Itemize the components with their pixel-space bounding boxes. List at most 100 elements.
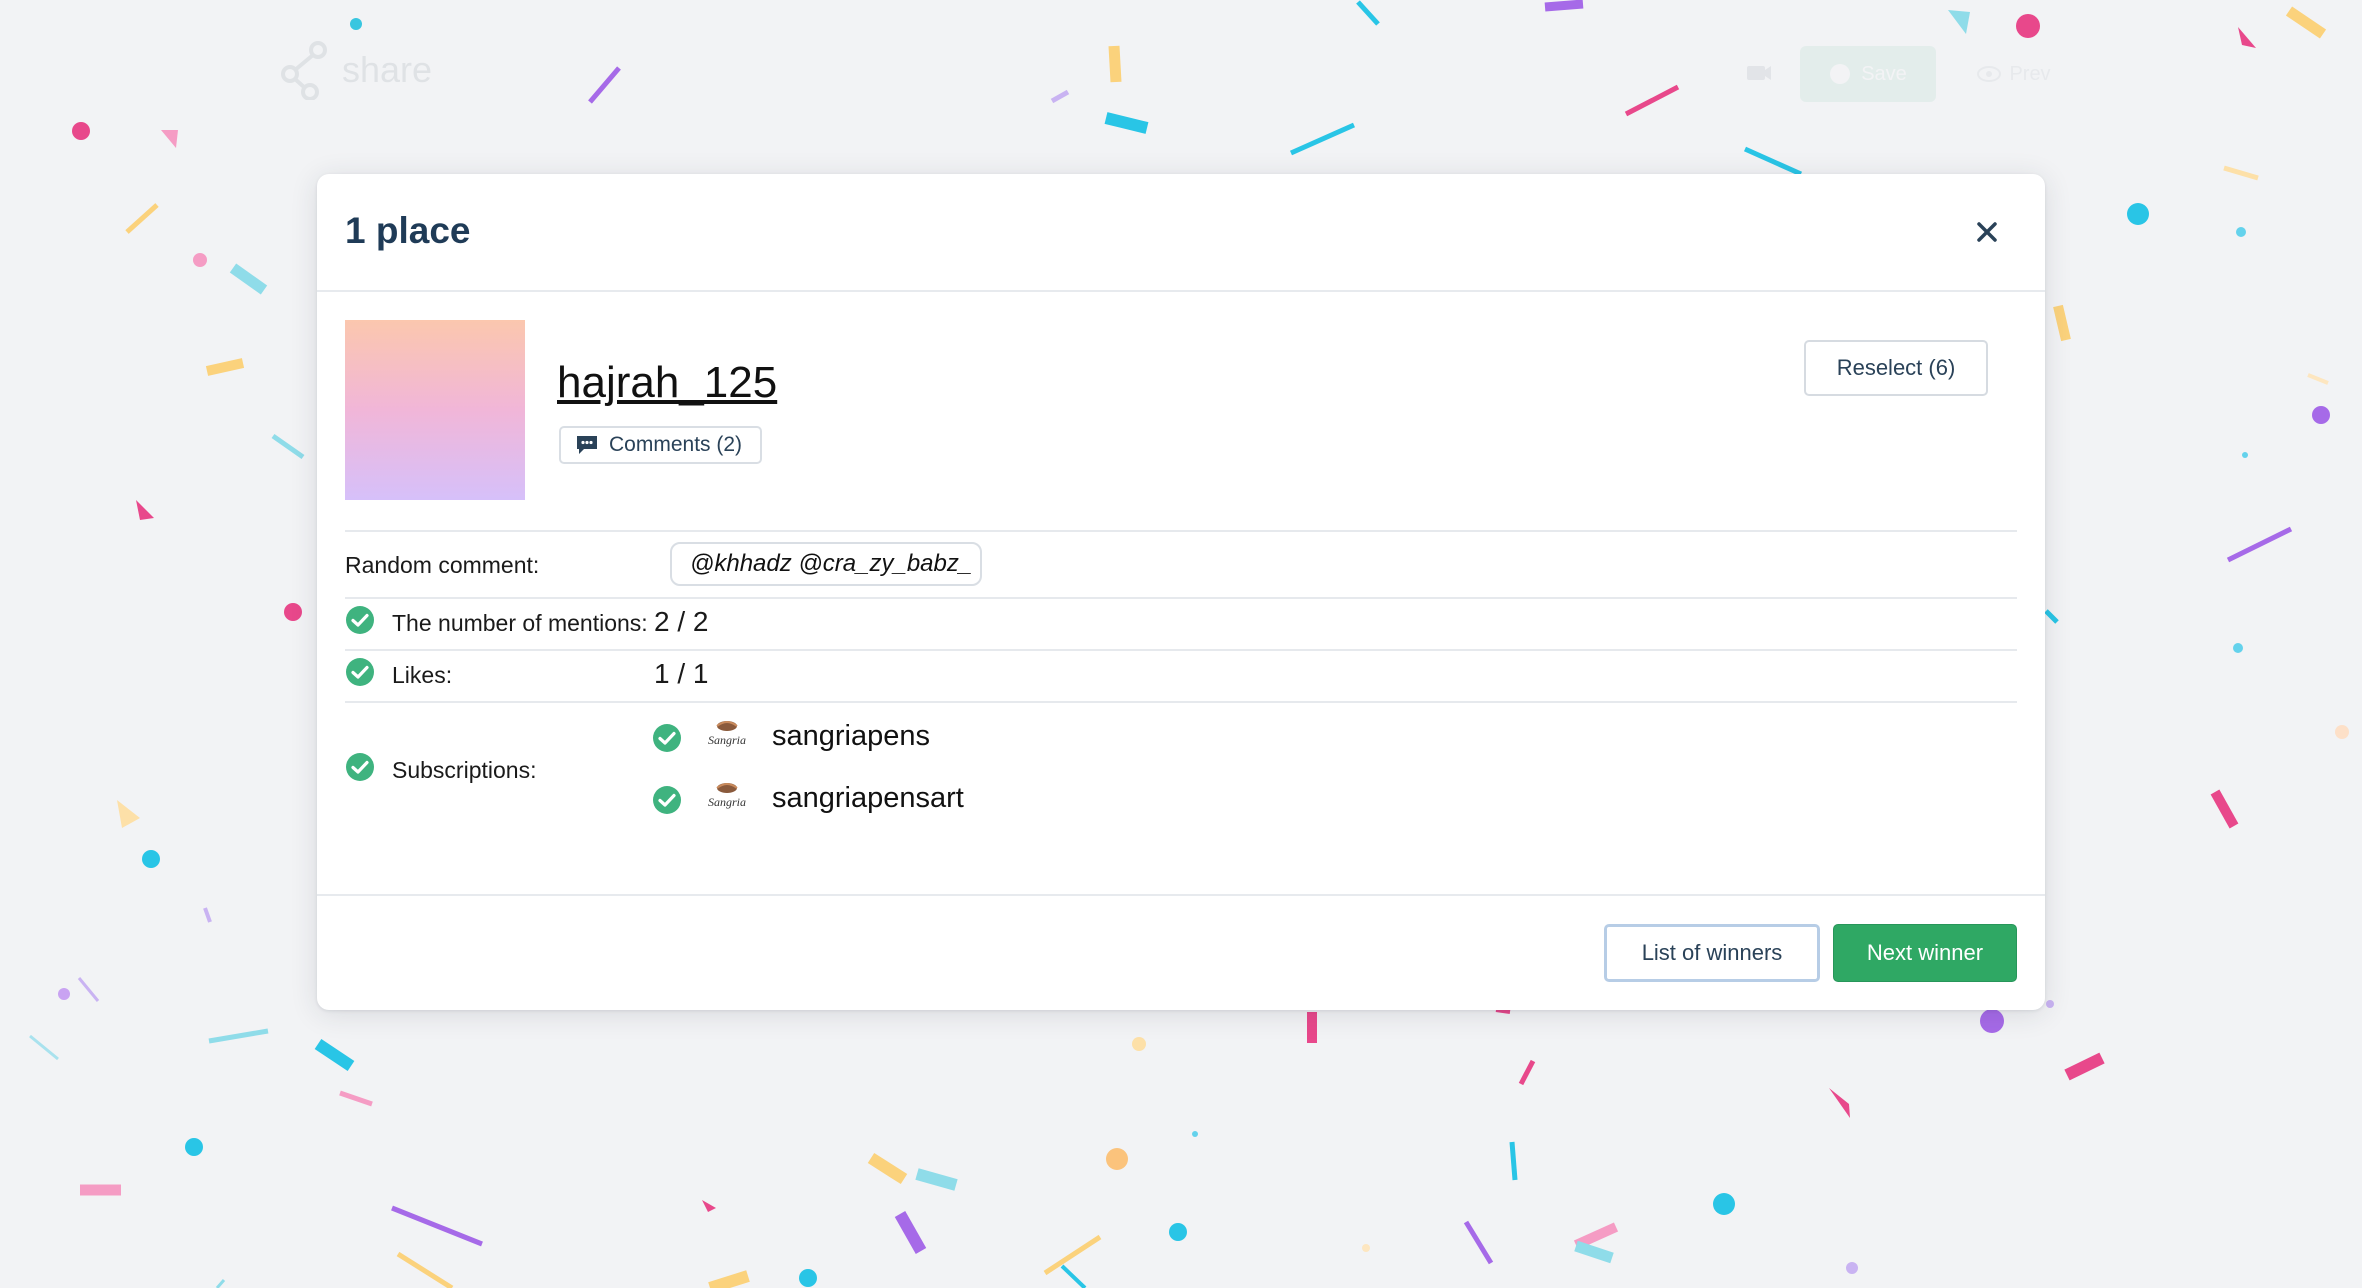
confetti-piece <box>1713 1193 1735 1215</box>
close-icon <box>1977 222 1997 242</box>
subscriptions-label: Subscriptions: <box>392 757 537 783</box>
check-circle-icon <box>653 786 681 814</box>
confetti-piece <box>1980 1009 2004 1033</box>
page: share Save Prev 1 place hajrah_125 Comme… <box>0 0 2362 1288</box>
confetti-piece <box>205 358 245 376</box>
confetti-piece <box>1846 1262 1858 1274</box>
confetti-piece <box>2285 6 2327 39</box>
confetti-piece <box>29 1034 59 1061</box>
confetti-piece <box>1948 10 1970 34</box>
confetti-piece <box>229 263 268 295</box>
confetti-piece <box>339 1090 373 1107</box>
confetti-piece <box>1829 1088 1850 1118</box>
comments-label: Comments (2) <box>609 433 743 456</box>
winner-username-link[interactable]: hajrah_125 <box>557 358 777 408</box>
confetti-piece <box>208 1028 269 1044</box>
confetti-piece <box>1624 84 1680 117</box>
confetti-piece <box>1509 1141 1518 1181</box>
confetti-piece <box>2210 789 2239 829</box>
confetti-piece <box>1544 0 1584 12</box>
confetti-piece <box>314 1039 355 1071</box>
confetti-piece <box>2307 373 2329 385</box>
check-circle-icon <box>346 606 374 634</box>
confetti-piece <box>1289 122 1356 156</box>
mentions-label: The number of mentions: <box>392 610 648 636</box>
confetti-piece <box>142 850 160 868</box>
confetti-piece <box>1132 1037 1146 1051</box>
subscription-name[interactable]: sangriapensart <box>772 782 964 815</box>
confetti-piece <box>215 1279 226 1288</box>
divider <box>345 530 2017 532</box>
subscription-name[interactable]: sangriapens <box>772 720 930 753</box>
sangria-logo: Sangria <box>705 716 749 760</box>
confetti-piece <box>1362 1244 1370 1252</box>
divider <box>345 597 2017 599</box>
confetti-piece <box>1518 1059 1536 1086</box>
logo-text: Sangria <box>708 795 746 809</box>
confetti-piece <box>185 1138 203 1156</box>
likes-label: Likes: <box>392 662 453 688</box>
likes-value: 1 / 1 <box>654 658 709 689</box>
confetti-piece <box>117 800 140 828</box>
confetti-piece <box>1050 89 1070 104</box>
confetti-piece <box>2064 1052 2105 1081</box>
confetti-piece <box>2226 526 2293 563</box>
confetti-piece <box>2238 27 2256 48</box>
confetti-piece <box>193 253 207 267</box>
divider <box>345 701 2017 703</box>
footer-divider <box>317 894 2045 896</box>
reselect-button[interactable]: Reselect (6) <box>1804 340 1988 396</box>
confetti-piece <box>72 122 90 140</box>
random-comment-value: @khhadz @cra_zy_babz_ <box>670 542 982 586</box>
logo-text: Sangria <box>708 733 746 747</box>
confetti-piece <box>1495 1008 1511 1014</box>
confetti-piece <box>203 907 212 923</box>
mentions-value: 2 / 2 <box>654 606 709 637</box>
confetti-piece <box>588 66 621 104</box>
confetti-piece <box>894 1211 927 1254</box>
confetti-piece <box>1356 0 1380 26</box>
confetti-piece <box>2236 227 2246 237</box>
confetti-piece <box>1574 1240 1614 1264</box>
comments-button[interactable]: Comments (2) <box>559 426 763 464</box>
confetti-piece <box>915 1168 958 1191</box>
random-comment-label: Random comment: <box>345 552 540 578</box>
confetti-piece <box>136 500 154 520</box>
close-button[interactable] <box>1967 212 2007 252</box>
divider <box>345 649 2017 651</box>
list-of-winners-button[interactable]: List of winners <box>1604 924 1820 982</box>
confetti-piece <box>2127 203 2149 225</box>
confetti-piece <box>350 18 362 30</box>
check-circle-icon <box>346 658 374 686</box>
confetti-piece <box>1743 146 1803 177</box>
sangria-logo: Sangria <box>705 778 749 822</box>
confetti-piece <box>799 1269 817 1287</box>
confetti-piece <box>708 1270 750 1288</box>
confetti-piece <box>391 1205 483 1247</box>
confetti-piece <box>271 433 305 460</box>
confetti-piece <box>125 203 159 234</box>
confetti-piece <box>284 603 302 621</box>
confetti-piece <box>1192 1131 1198 1137</box>
check-circle-icon <box>346 753 374 781</box>
modal-title: 1 place <box>345 210 471 251</box>
sangria-logo-image: Sangria <box>708 783 746 809</box>
confetti-piece <box>1463 1220 1494 1265</box>
confetti-piece <box>2233 643 2243 653</box>
comment-icon <box>577 436 597 454</box>
confetti-piece <box>77 977 100 1002</box>
next-winner-button[interactable]: Next winner <box>1833 924 2017 982</box>
confetti-piece <box>2312 406 2330 424</box>
winner-modal: 1 place hajrah_125 Comments (2) Reselect… <box>317 174 2045 1010</box>
confetti-piece <box>1104 112 1149 134</box>
confetti-piece <box>1108 45 1122 83</box>
confetti-piece <box>1106 1148 1128 1170</box>
confetti-piece <box>1043 1234 1102 1276</box>
sangria-logo-image: Sangria <box>708 721 746 747</box>
confetti-piece <box>396 1251 454 1288</box>
confetti-piece <box>867 1152 908 1185</box>
confetti-piece <box>161 130 178 148</box>
confetti-piece <box>2053 304 2071 342</box>
confetti-piece <box>2044 609 2059 624</box>
confetti-piece <box>2016 14 2040 38</box>
